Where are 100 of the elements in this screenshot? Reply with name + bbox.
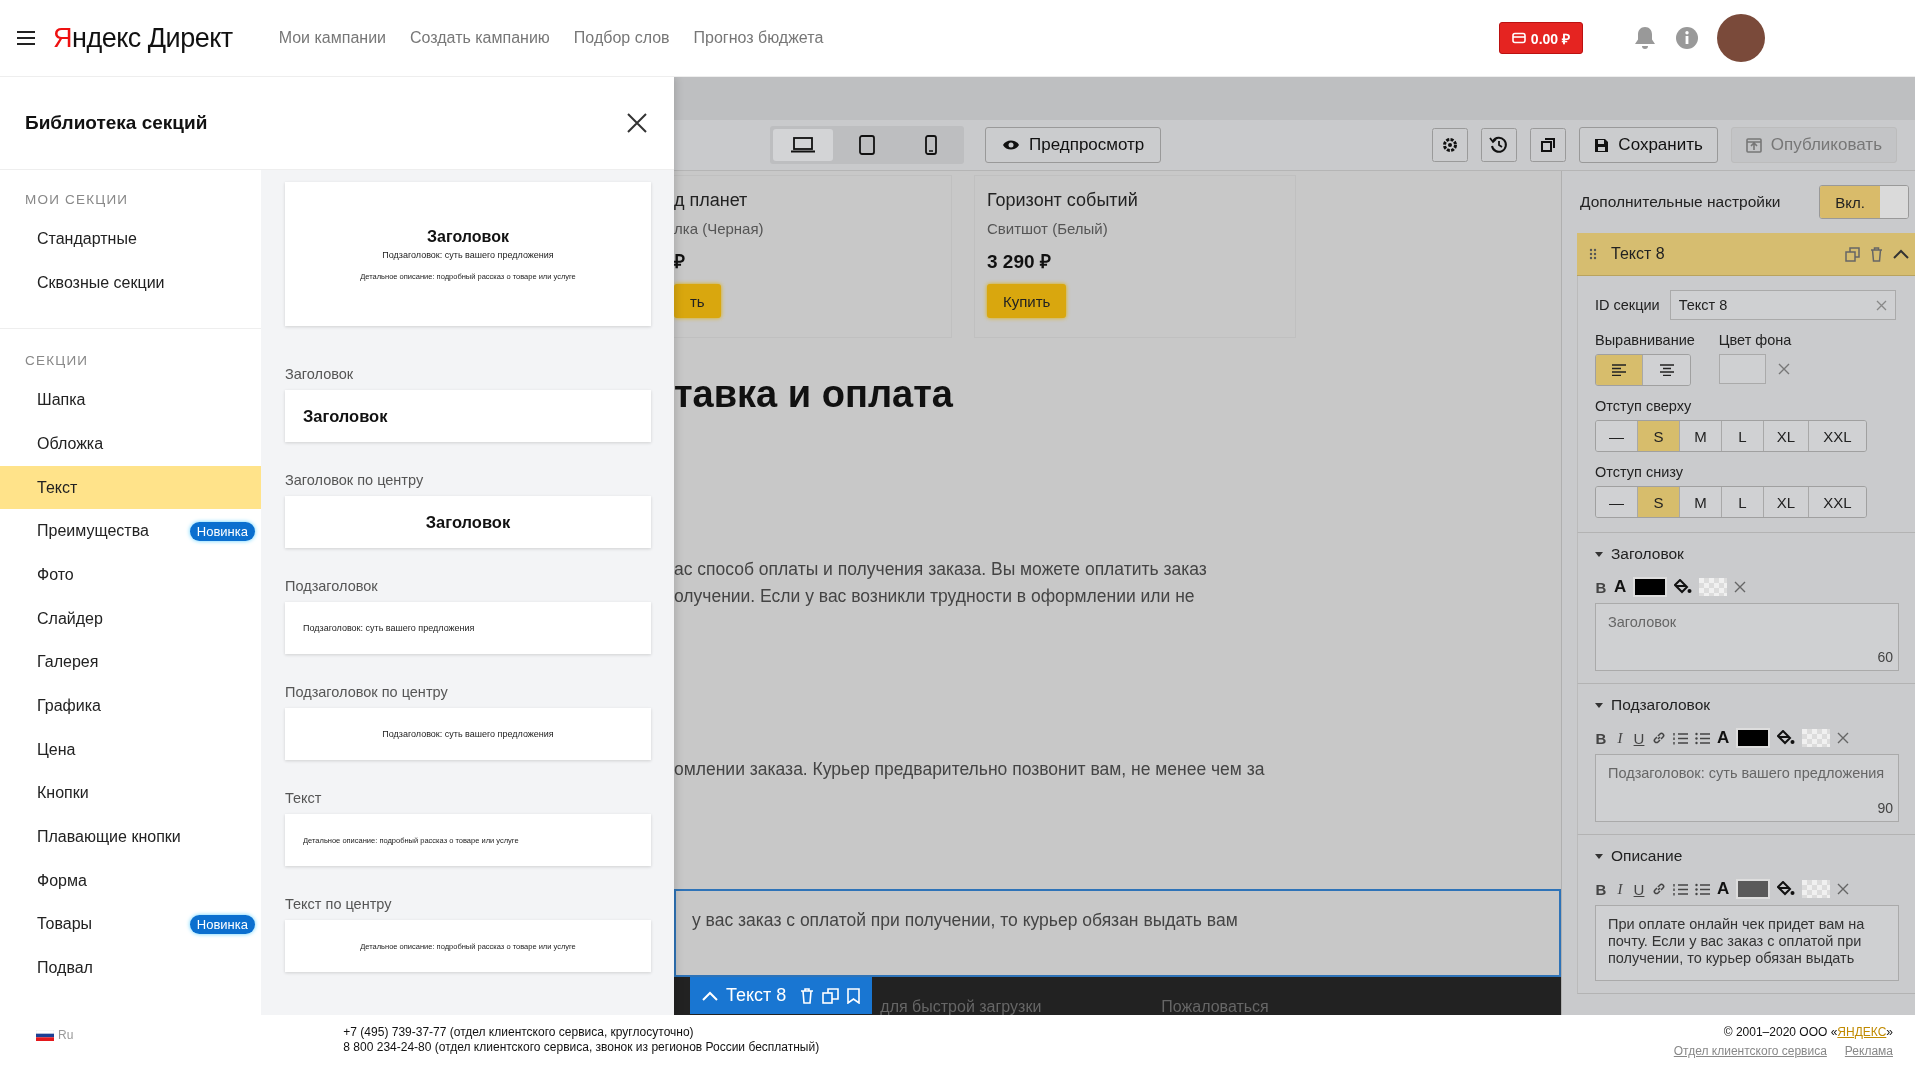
section-id-field[interactable]: Текст 8 xyxy=(1669,290,1896,320)
template-card[interactable]: Подзаголовок: суть вашего предложения xyxy=(285,602,651,654)
section-item[interactable]: Сквозные секции xyxy=(0,260,261,305)
text-color-button[interactable]: A xyxy=(1614,577,1626,597)
section-item[interactable]: Плавающие кнопки xyxy=(0,815,261,859)
new-badge: Новинка xyxy=(189,521,255,541)
bell-icon[interactable] xyxy=(1633,25,1657,51)
bold-button[interactable]: B xyxy=(1595,578,1607,596)
clear-icon[interactable] xyxy=(1837,732,1849,744)
section-item[interactable]: Фото xyxy=(0,553,261,597)
chevron-icon[interactable] xyxy=(1893,249,1909,259)
spacing-option[interactable]: S xyxy=(1638,487,1680,517)
bold-button[interactable]: B xyxy=(1595,880,1607,898)
logo[interactable]: Яндекс Директ xyxy=(53,22,233,54)
settings-icon[interactable] xyxy=(1432,128,1469,162)
buy-button[interactable]: Купить xyxy=(987,284,1067,318)
field-title[interactable]: Заголовок xyxy=(1611,545,1684,563)
text-color-button[interactable]: A xyxy=(1717,879,1729,899)
caret-icon[interactable] xyxy=(1595,852,1603,860)
preview-button[interactable]: Предпросмотр xyxy=(985,127,1162,163)
section-item[interactable]: Подвал xyxy=(0,946,261,990)
buy-button[interactable]: ть xyxy=(674,284,721,318)
section-item[interactable]: Обложка xyxy=(0,422,261,466)
bullet-list-icon[interactable] xyxy=(1695,731,1710,745)
template-card[interactable]: Заголовок xyxy=(285,496,651,548)
menu-icon[interactable] xyxy=(16,30,36,46)
link-icon[interactable] xyxy=(1652,882,1666,896)
selected-section[interactable]: у вас заказ с оплатой при получении, то курьер обязан выдать вам xyxy=(674,889,1561,977)
trash-icon[interactable] xyxy=(1870,246,1883,262)
section-item[interactable]: Галерея xyxy=(0,640,261,685)
fill-icon[interactable] xyxy=(1777,881,1795,897)
section-tag[interactable]: Текст 8 xyxy=(690,977,873,1014)
footer-link[interactable]: Реклама xyxy=(1844,1044,1893,1058)
toggle-switch[interactable]: Вкл. xyxy=(1819,185,1909,219)
color-swatch[interactable] xyxy=(1802,729,1830,747)
spacing-option[interactable]: XXL xyxy=(1809,487,1866,517)
close-icon[interactable] xyxy=(626,112,648,134)
align-left-button[interactable] xyxy=(1596,355,1643,385)
spacing-option[interactable]: L xyxy=(1722,487,1764,517)
clear-icon[interactable] xyxy=(1777,363,1790,375)
template-card[interactable]: Подзаголовок: суть вашего предложения xyxy=(285,708,651,760)
section-item[interactable]: Шапка xyxy=(0,378,261,423)
template-label: Подзаголовок по центру xyxy=(285,684,449,700)
clear-icon[interactable] xyxy=(1734,581,1746,593)
template-card[interactable]: Заголовок xyxy=(285,390,651,442)
bullet-list-icon[interactable] xyxy=(1695,882,1710,896)
nav-link[interactable]: Прогноз бюджета xyxy=(693,29,824,47)
spacing-option[interactable]: M xyxy=(1680,421,1722,451)
spacing-option[interactable]: XL xyxy=(1764,487,1809,517)
section-item[interactable]: Преимущества Новинка xyxy=(0,509,261,554)
bookmark-icon[interactable] xyxy=(847,987,861,1004)
section-item[interactable]: Кнопки xyxy=(0,771,261,816)
fill-icon[interactable] xyxy=(1674,579,1692,595)
numbered-list-icon[interactable] xyxy=(1673,731,1688,745)
italic-button[interactable]: I xyxy=(1614,729,1626,747)
nav-link[interactable]: Создать кампанию xyxy=(410,29,550,47)
numbered-list-icon[interactable] xyxy=(1673,882,1688,896)
text-color-button[interactable]: A xyxy=(1717,728,1729,748)
history-icon[interactable] xyxy=(1481,128,1518,162)
section-item[interactable]: Стандартные xyxy=(0,217,261,261)
spacing-option[interactable]: S xyxy=(1638,421,1680,451)
spacing-option[interactable]: — xyxy=(1596,421,1638,451)
color-swatch[interactable] xyxy=(1718,354,1766,384)
italic-button[interactable]: I xyxy=(1614,880,1626,898)
spacing-option[interactable]: L xyxy=(1722,421,1764,451)
bold-button[interactable]: B xyxy=(1595,729,1607,747)
align-center-button[interactable] xyxy=(1643,355,1690,385)
underline-button[interactable]: U xyxy=(1633,729,1645,747)
balance-button[interactable]: 0.00 ₽ xyxy=(1498,22,1583,54)
section-item[interactable]: Графика xyxy=(0,684,261,728)
section-item[interactable]: Текст xyxy=(0,465,261,510)
drag-handle-icon[interactable] xyxy=(1589,248,1597,260)
save-button[interactable]: Сохранить xyxy=(1579,127,1718,163)
color-swatch[interactable] xyxy=(1699,578,1727,596)
avatar[interactable] xyxy=(1717,14,1765,62)
spacing-option[interactable]: M xyxy=(1680,487,1722,517)
section-item[interactable]: Товары Новинка xyxy=(0,902,261,947)
spacing-option[interactable]: XL xyxy=(1764,421,1809,451)
nav-link[interactable]: Мои кампании xyxy=(278,29,386,47)
footer-link[interactable]: Отдел клиентского сервиса xyxy=(1673,1044,1827,1058)
underline-button[interactable]: U xyxy=(1633,880,1645,898)
info-icon[interactable] xyxy=(1675,26,1699,50)
section-header[interactable]: Текст 8 xyxy=(1577,233,1915,276)
link-icon[interactable] xyxy=(1652,731,1666,745)
section-item[interactable]: Цена xyxy=(0,727,261,772)
fill-icon[interactable] xyxy=(1777,730,1795,746)
spacing-option[interactable]: XXL xyxy=(1809,421,1866,451)
field-title[interactable]: Описание xyxy=(1611,847,1683,865)
caret-icon[interactable] xyxy=(1595,550,1603,558)
laptop-view-button[interactable] xyxy=(773,129,833,161)
nav-link[interactable]: Подбор слов xyxy=(573,29,670,47)
copy-icon[interactable] xyxy=(1530,128,1567,162)
text-field[interactable]: При оплате онлайн чек придет вам на почту. Если у вас заказ с оплатой при получении, то курьер обязан выдать xyxy=(1595,905,1899,981)
color-swatch[interactable] xyxy=(1802,880,1830,898)
section-item[interactable]: Слайдер xyxy=(0,596,261,641)
spacing-option[interactable]: — xyxy=(1596,487,1638,517)
caret-icon[interactable] xyxy=(1595,701,1603,709)
field-title[interactable]: Подзаголовок xyxy=(1611,696,1711,714)
section-item[interactable]: Форма xyxy=(0,858,261,903)
clear-icon[interactable] xyxy=(1837,883,1849,895)
